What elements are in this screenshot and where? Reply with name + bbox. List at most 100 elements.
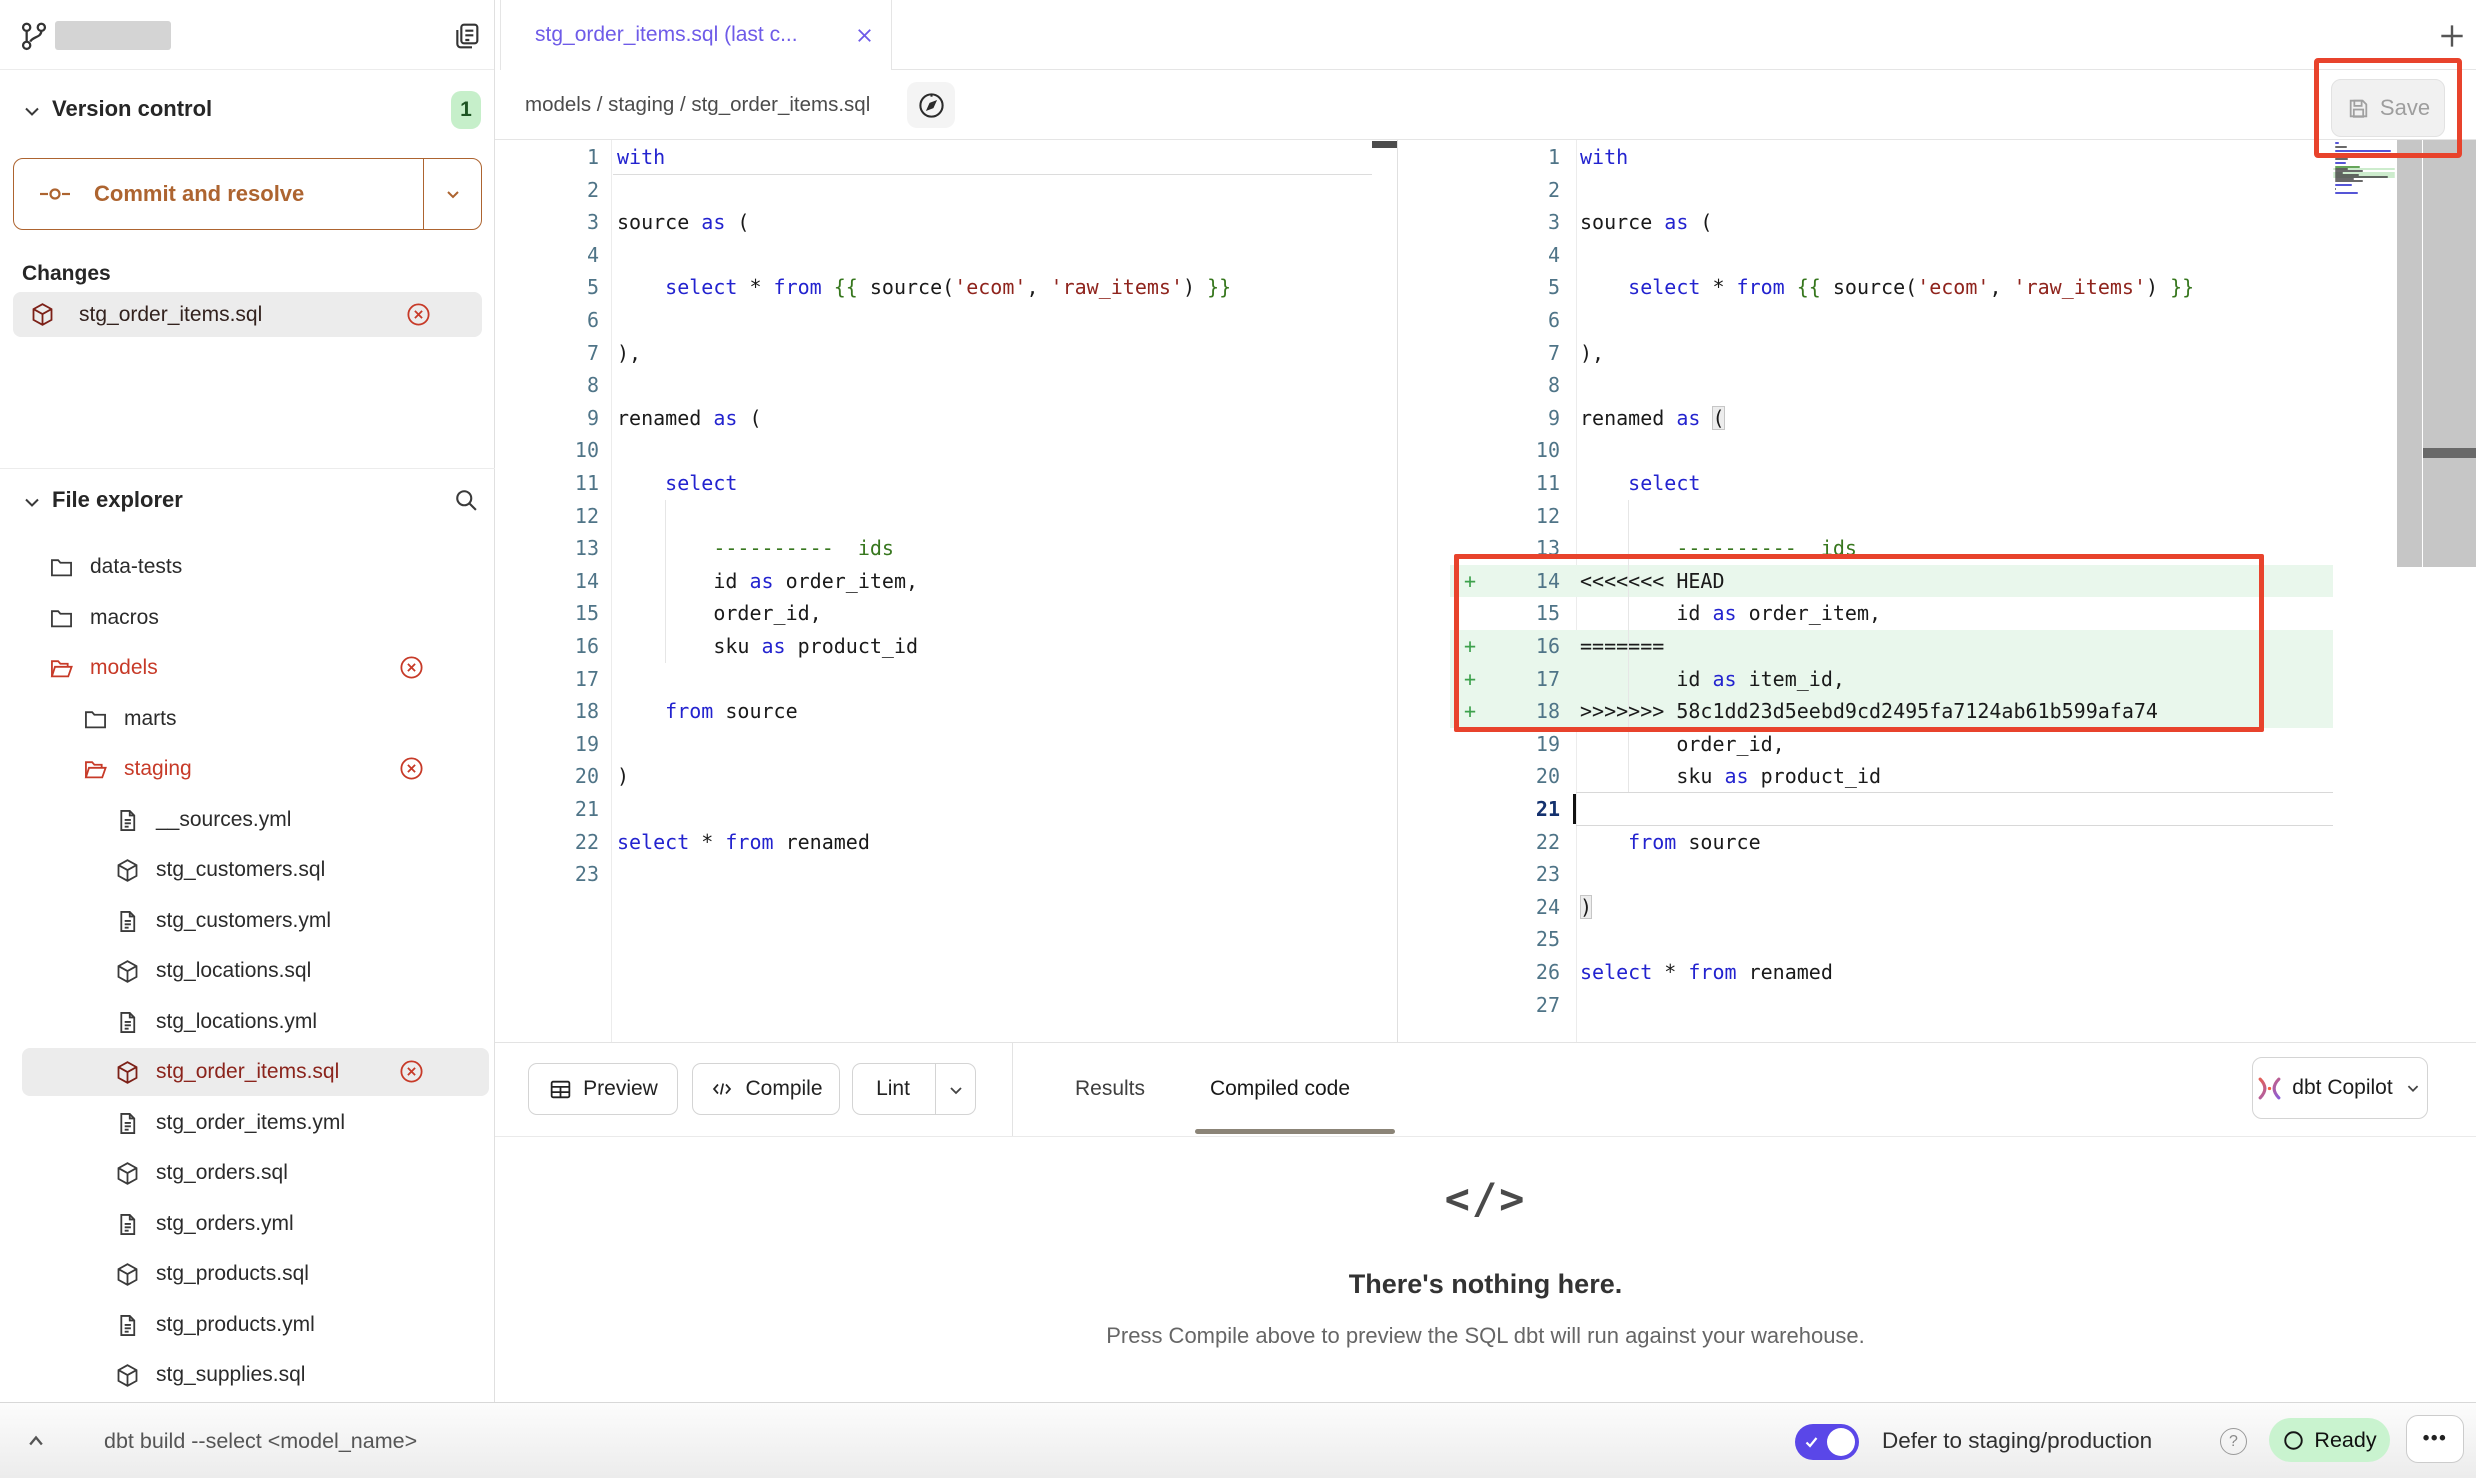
tab-results[interactable]: Results (1055, 1063, 1165, 1115)
commit-icon (38, 183, 72, 205)
help-icon[interactable]: ? (2220, 1428, 2247, 1455)
file-name: models (90, 643, 158, 694)
tab-compiled-code[interactable]: Compiled code (1185, 1063, 1375, 1115)
empty-state-title: There's nothing here. (495, 1269, 2476, 1300)
breadcrumb: models / staging / stg_order_items.sql (525, 70, 870, 140)
minimap[interactable] (2333, 142, 2397, 402)
code-line[interactable]: order_id, (617, 597, 822, 630)
collapse-caret-icon[interactable] (22, 1429, 50, 1453)
copy-files-icon[interactable] (450, 19, 482, 53)
code-line[interactable]: select (1580, 467, 1700, 500)
file-explorer-chevron-icon[interactable] (20, 490, 44, 514)
discard-icon[interactable] (398, 755, 425, 782)
code-line[interactable]: from source (1580, 826, 1761, 859)
file-search-icon[interactable] (452, 486, 480, 514)
file-row[interactable]: stg_products.yml (0, 1300, 495, 1351)
line-number: 22 (525, 826, 599, 859)
code-line[interactable]: ) (1580, 891, 1592, 924)
tab-stg-order-items[interactable]: stg_order_items.sql (last c... (500, 0, 892, 70)
active-tab-underline (1195, 1129, 1395, 1134)
line-number: 7 (1486, 337, 1560, 370)
line-number: 20 (1486, 760, 1560, 793)
file-row[interactable]: stg_order_items.sql (0, 1047, 495, 1098)
code-line[interactable]: ), (1580, 337, 1604, 370)
code-line[interactable]: renamed as ( (617, 402, 762, 435)
file-name: data-tests (90, 542, 182, 593)
file-row[interactable]: stg_customers.sql (0, 845, 495, 896)
code-line[interactable]: select * from {{ source('ecom', 'raw_ite… (617, 271, 1231, 304)
defer-toggle[interactable] (1795, 1424, 1859, 1460)
line-number: 6 (525, 304, 599, 337)
file-row[interactable]: stg_locations.sql (0, 946, 495, 997)
file-name: stg_products.yml (156, 1300, 315, 1351)
commit-and-resolve-button[interactable]: Commit and resolve (13, 158, 482, 230)
file-row[interactable]: stg_products.sql (0, 1249, 495, 1300)
code-line[interactable]: source as ( (617, 206, 749, 239)
code-line[interactable]: with (617, 141, 665, 174)
doc-icon (114, 908, 141, 935)
file-row[interactable]: stg_orders.yml (0, 1199, 495, 1250)
changed-file-row[interactable]: stg_order_items.sql (13, 292, 482, 337)
dbt-copilot-button[interactable]: dbt Copilot (2252, 1057, 2428, 1119)
code-line[interactable]: sku as product_id (1580, 760, 1881, 793)
file-row[interactable]: stg_orders.sql (0, 1148, 495, 1199)
lint-dropdown-icon[interactable] (944, 1078, 968, 1102)
code-line[interactable]: select (617, 467, 737, 500)
code-line[interactable]: ) (617, 760, 629, 793)
discard-icon[interactable] (398, 654, 425, 681)
line-number: 11 (1486, 467, 1560, 500)
compile-button[interactable]: Compile (692, 1063, 840, 1115)
more-options-button[interactable]: ••• (2406, 1415, 2464, 1463)
discard-icon[interactable] (398, 1058, 425, 1085)
cube-icon (114, 1059, 141, 1086)
code-line[interactable]: renamed as ( (1580, 402, 1725, 435)
new-tab-icon[interactable] (2436, 20, 2468, 52)
discard-change-icon[interactable] (405, 301, 432, 328)
branch-name-placeholder (55, 21, 171, 50)
tab-close-icon[interactable] (853, 24, 876, 47)
line-number: 21 (1486, 793, 1560, 826)
lint-button[interactable]: Lint (852, 1063, 976, 1115)
code-line[interactable]: select * from renamed (617, 826, 870, 859)
code-line[interactable]: from source (617, 695, 798, 728)
preview-button[interactable]: Preview (528, 1063, 678, 1115)
editor-pane-current-version[interactable]: 1with23source as (45 select * from {{ so… (1398, 140, 2476, 1042)
code-line[interactable]: ---------- ids (617, 532, 894, 565)
file-row[interactable]: macros (0, 593, 495, 644)
version-control-title: Version control (52, 96, 212, 122)
file-row[interactable]: models (0, 643, 495, 694)
folder-open-icon (48, 655, 75, 682)
version-control-chevron-icon[interactable] (20, 99, 44, 123)
code-line[interactable]: sku as product_id (617, 630, 918, 663)
commit-dropdown-button[interactable] (423, 159, 481, 229)
scrollbar-thumb[interactable] (2423, 448, 2476, 458)
code-line[interactable]: select * from {{ source('ecom', 'raw_ite… (1580, 271, 2194, 304)
code-line[interactable]: id as order_item, (617, 565, 918, 598)
file-row[interactable]: stg_order_items.yml (0, 1098, 495, 1149)
text-cursor (1573, 794, 1576, 824)
lineage-compass-icon[interactable] (907, 82, 955, 128)
file-row[interactable]: stg_locations.yml (0, 997, 495, 1048)
scrollbar-track[interactable] (2423, 140, 2476, 567)
file-row[interactable]: staging (0, 744, 495, 795)
file-row[interactable]: stg_customers.yml (0, 896, 495, 947)
code-line[interactable]: with (1580, 141, 1628, 174)
file-row[interactable]: stg_supplies.sql (0, 1350, 495, 1401)
code-line[interactable]: order_id, (1580, 728, 1785, 761)
command-input[interactable]: dbt build --select <model_name> (104, 1403, 417, 1479)
line-number: 18 (525, 695, 599, 728)
status-bar: dbt build --select <model_name> Defer to… (0, 1402, 2476, 1478)
minimap-track[interactable] (2397, 140, 2422, 567)
left-scrollbar-thumb[interactable] (1372, 141, 1397, 148)
save-button[interactable]: Save (2331, 79, 2445, 137)
code-line[interactable]: source as ( (1580, 206, 1712, 239)
editor-pane-previous-version[interactable]: 1with23source as (45 select * from {{ so… (495, 140, 1397, 1042)
cube-icon (114, 958, 141, 985)
code-line[interactable]: select * from renamed (1580, 956, 1833, 989)
code-line[interactable]: ), (617, 337, 641, 370)
file-row[interactable]: __sources.yml (0, 795, 495, 846)
file-row[interactable]: data-tests (0, 542, 495, 593)
gutter-border (611, 140, 612, 1042)
file-row[interactable]: marts (0, 694, 495, 745)
git-branch-icon[interactable] (18, 19, 50, 53)
